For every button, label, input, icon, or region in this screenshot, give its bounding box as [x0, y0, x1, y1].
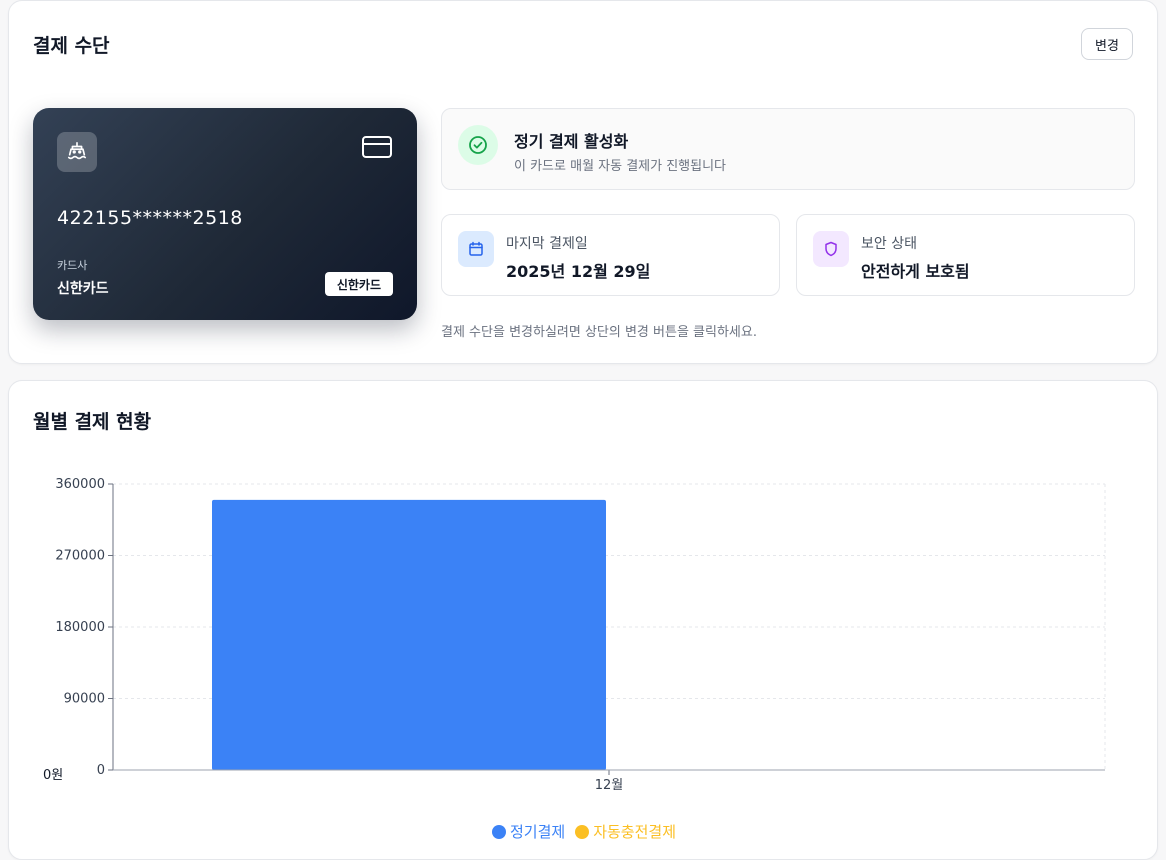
x-tick-label: 12월	[595, 778, 624, 793]
y-tick-label: 360000	[55, 477, 105, 492]
payment-method-title: 결제 수단	[33, 35, 110, 57]
issuer-name: 신한카드	[57, 281, 109, 297]
y-tick-label: 270000	[55, 549, 105, 564]
legend-dot-icon	[491, 824, 506, 839]
payment-method-card: 결제 수단 변경 422155******2518 카드사 신한카드 신한카드	[8, 0, 1158, 364]
credit-card-icon	[361, 134, 393, 164]
calendar-icon	[458, 231, 494, 267]
credit-card: 422155******2518 카드사 신한카드 신한카드	[33, 108, 417, 320]
recurring-payment-box: 정기 결제 활성화 이 카드로 매월 자동 결제가 진행됩니다	[441, 108, 1135, 190]
check-circle-icon	[458, 125, 498, 165]
bar-정기결제	[212, 499, 606, 770]
issuer-badge: 신한카드	[324, 272, 393, 296]
legend-item[interactable]: 정기결제	[491, 821, 566, 842]
recurring-title: 정기 결제 활성화	[514, 132, 629, 151]
card-number: 422155******2518	[57, 207, 243, 229]
last-payment-box: 마지막 결제일 2025년 12월 29일	[441, 214, 780, 296]
y-tick-label: 180000	[55, 620, 105, 635]
chart-legend: 정기결제 자동충전결제	[9, 821, 1159, 842]
legend-dot-icon	[575, 824, 590, 839]
change-button[interactable]: 변경	[1081, 28, 1133, 60]
change-hint: 결제 수단을 변경하실려면 상단의 변경 버튼을 클릭하세요.	[441, 325, 757, 340]
issuer-label: 카드사	[57, 259, 88, 272]
monthly-payment-chart: 12월 0 90000 180000 270000 360000 0원	[43, 477, 1106, 793]
security-label: 보안 상태	[861, 236, 917, 252]
shield-icon	[813, 231, 849, 267]
y-tick-label: 0	[97, 763, 105, 778]
security-value: 안전하게 보호됨	[861, 262, 970, 281]
legend-label: 정기결제	[509, 823, 566, 841]
recurring-subtitle: 이 카드로 매월 자동 결제가 진행됩니다	[514, 159, 727, 174]
security-status-box: 보안 상태 안전하게 보호됨	[796, 214, 1135, 296]
last-payment-date: 2025년 12월 29일	[506, 262, 651, 281]
legend-label: 자동충전결제	[593, 823, 676, 841]
ship-icon	[57, 132, 97, 172]
last-payment-label: 마지막 결제일	[506, 236, 588, 252]
y-tick-label: 90000	[64, 692, 105, 707]
monthly-payment-card: 월별 결제 현황 12월 0 90000 180000 270000 360000 0원 정…	[8, 380, 1158, 860]
legend-item[interactable]: 자동충전결제	[575, 821, 676, 842]
y-zero-label: 0원	[43, 768, 63, 783]
